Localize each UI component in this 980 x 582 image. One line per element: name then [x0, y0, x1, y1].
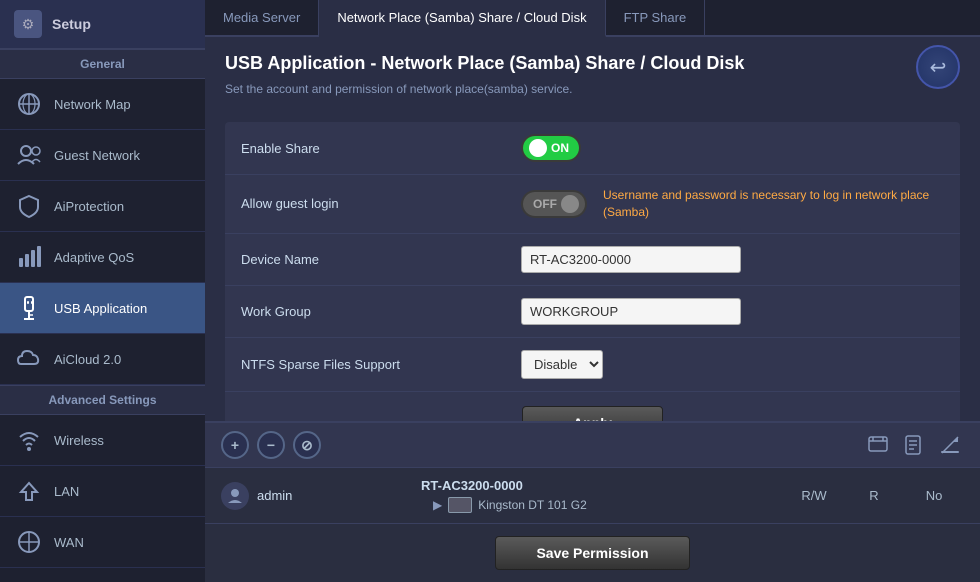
allow-guest-hint: Username and password is necessary to lo… — [603, 187, 943, 221]
usb-application-icon — [14, 293, 44, 323]
apply-button[interactable]: Apply — [522, 406, 663, 421]
ntfs-select[interactable]: Disable Enable — [521, 350, 603, 379]
sidebar-item-usb-application[interactable]: USB Application — [0, 283, 205, 334]
wan-label: WAN — [54, 535, 84, 550]
perm-tools-left: + − ⊘ — [221, 431, 321, 459]
lan-icon — [14, 476, 44, 506]
tab-samba-share[interactable]: Network Place (Samba) Share / Cloud Disk — [319, 0, 605, 37]
workgroup-label: Work Group — [241, 304, 521, 319]
workgroup-control — [521, 298, 944, 325]
sidebar: ⚙ Setup General Network Map Guest Networ… — [0, 0, 205, 582]
remove-permission-button[interactable]: − — [257, 431, 285, 459]
perm-tools-right — [864, 433, 964, 457]
expand-icon: ▶ — [433, 498, 442, 512]
perm-icon-3[interactable] — [936, 433, 964, 457]
toggle-off-knob — [561, 195, 579, 213]
enable-share-row: Enable Share ON — [225, 122, 960, 175]
main-content: Media Server Network Place (Samba) Share… — [205, 0, 980, 582]
network-map-icon — [14, 89, 44, 119]
enable-share-control: ON — [521, 134, 944, 162]
sidebar-item-guest-network[interactable]: Guest Network — [0, 130, 205, 181]
setup-icon: ⚙ — [14, 10, 42, 38]
toggle-on-knob — [529, 139, 547, 157]
adaptive-qos-icon — [14, 242, 44, 272]
sidebar-item-network-map[interactable]: Network Map — [0, 79, 205, 130]
sidebar-item-wireless[interactable]: Wireless — [0, 415, 205, 466]
form-section: Enable Share ON Allow guest login — [225, 122, 960, 421]
back-button[interactable]: ↩ — [916, 45, 960, 89]
tab-media-server[interactable]: Media Server — [205, 0, 319, 35]
workgroup-row: Work Group — [225, 286, 960, 338]
perm-r-col: R — [844, 488, 904, 503]
tab-bar: Media Server Network Place (Samba) Share… — [205, 0, 980, 37]
back-arrow-icon: ↩ — [930, 55, 947, 80]
perm-icon-2[interactable] — [900, 433, 928, 457]
perm-device-name: RT-AC3200-0000 — [421, 478, 784, 493]
apply-row: Apply — [225, 392, 960, 421]
table-row: admin RT-AC3200-0000 ▶ Kingston DT 101 G… — [205, 468, 980, 524]
sidebar-item-aiprotection[interactable]: AiProtection — [0, 181, 205, 232]
usb-application-label: USB Application — [54, 301, 147, 316]
save-permission-row: Save Permission — [205, 524, 980, 582]
wireless-label: Wireless — [54, 433, 104, 448]
ntfs-label: NTFS Sparse Files Support — [241, 357, 521, 372]
network-map-label: Network Map — [54, 97, 131, 112]
title-row: USB Application - Network Place (Samba) … — [225, 53, 960, 114]
allow-guest-toggle[interactable]: OFF — [521, 190, 587, 218]
allow-guest-label: Allow guest login — [241, 196, 521, 211]
ntfs-control: Disable Enable — [521, 350, 944, 379]
drive-icon — [448, 497, 472, 513]
sidebar-item-aicloud[interactable]: AiCloud 2.0 — [0, 334, 205, 385]
aiprotection-icon — [14, 191, 44, 221]
user-name: admin — [257, 488, 292, 503]
perm-drive: ▶ Kingston DT 101 G2 — [421, 497, 784, 513]
permissions-toolbar: + − ⊘ — [205, 423, 980, 468]
enable-share-toggle[interactable]: ON — [521, 134, 581, 162]
user-icon — [221, 482, 249, 510]
page-title: USB Application - Network Place (Samba) … — [225, 53, 744, 74]
perm-device-info: RT-AC3200-0000 ▶ Kingston DT 101 G2 — [421, 478, 784, 513]
sidebar-setup-header[interactable]: ⚙ Setup — [0, 0, 205, 49]
sidebar-item-lan[interactable]: LAN — [0, 466, 205, 517]
sidebar-item-adaptive-qos[interactable]: Adaptive QoS — [0, 232, 205, 283]
save-permission-button[interactable]: Save Permission — [495, 536, 689, 570]
aiprotection-label: AiProtection — [54, 199, 124, 214]
drive-name: Kingston DT 101 G2 — [478, 498, 587, 512]
general-section-label: General — [0, 49, 205, 79]
lan-label: LAN — [54, 484, 79, 499]
device-name-input[interactable] — [521, 246, 741, 273]
perm-rw-col: R/W — [784, 488, 844, 503]
device-name-row: Device Name — [225, 234, 960, 286]
wan-icon — [14, 527, 44, 557]
perm-user: admin — [221, 482, 421, 510]
aicloud-label: AiCloud 2.0 — [54, 352, 121, 367]
advanced-section-label: Advanced Settings — [0, 385, 205, 415]
adaptive-qos-label: Adaptive QoS — [54, 250, 134, 265]
add-permission-button[interactable]: + — [221, 431, 249, 459]
perm-no-col: No — [904, 488, 964, 503]
guest-network-label: Guest Network — [54, 148, 140, 163]
device-name-label: Device Name — [241, 252, 521, 267]
content-area: USB Application - Network Place (Samba) … — [205, 37, 980, 421]
setup-label: Setup — [52, 16, 91, 32]
tab-ftp-share[interactable]: FTP Share — [606, 0, 706, 35]
ntfs-row: NTFS Sparse Files Support Disable Enable — [225, 338, 960, 392]
edit-permission-button[interactable]: ⊘ — [293, 431, 321, 459]
guest-network-icon — [14, 140, 44, 170]
workgroup-input[interactable] — [521, 298, 741, 325]
sidebar-item-wan[interactable]: WAN — [0, 517, 205, 568]
wireless-icon — [14, 425, 44, 455]
aicloud-icon — [14, 344, 44, 374]
device-name-control — [521, 246, 944, 273]
perm-icon-1[interactable] — [864, 433, 892, 457]
permissions-section: + − ⊘ — [205, 421, 980, 582]
enable-share-label: Enable Share — [241, 141, 521, 156]
allow-guest-row: Allow guest login OFF Username and passw… — [225, 175, 960, 234]
page-subtitle: Set the account and permission of networ… — [225, 82, 744, 96]
permissions-table: admin RT-AC3200-0000 ▶ Kingston DT 101 G… — [205, 468, 980, 524]
allow-guest-control: OFF Username and password is necessary t… — [521, 187, 944, 221]
